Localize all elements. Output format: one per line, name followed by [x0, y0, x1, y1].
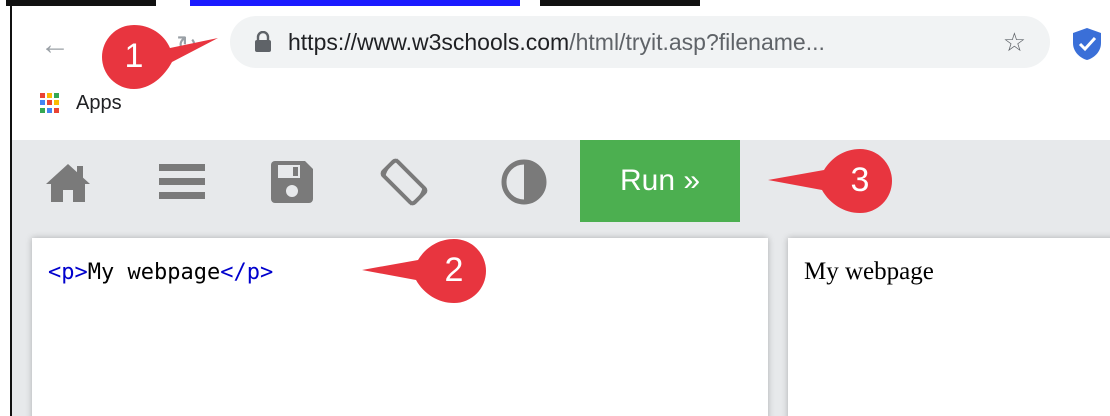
tryit-toolbar: Run »	[12, 140, 1110, 227]
home-icon[interactable]	[40, 156, 96, 208]
result-panel: My webpage	[788, 238, 1110, 416]
lock-icon	[255, 31, 271, 52]
code-open-tag: <p>	[48, 260, 88, 285]
save-icon[interactable]	[264, 156, 320, 208]
callout-3: 3	[768, 146, 892, 214]
rotate-icon[interactable]	[376, 156, 432, 208]
url-path: /html/tryit.asp?filename...	[569, 29, 825, 55]
run-button[interactable]: Run »	[580, 140, 740, 222]
code-text: My webpage	[87, 260, 221, 285]
shield-extension-icon[interactable]	[1070, 26, 1104, 62]
callout-1: 1	[100, 22, 218, 90]
apps-grid-icon[interactable]	[40, 93, 60, 113]
callout-number: 2	[444, 251, 464, 289]
address-bar[interactable]: https://www.w3schools.com/html/tryit.asp…	[230, 16, 1050, 68]
menu-icon[interactable]	[154, 156, 210, 208]
back-arrow-icon[interactable]: ←	[38, 28, 72, 62]
result-text: My webpage	[804, 258, 934, 285]
callout-2: 2	[362, 236, 486, 304]
code-line[interactable]: <p>My webpage</p>	[48, 260, 273, 285]
contrast-icon[interactable]	[496, 156, 552, 208]
apps-bookmark-label[interactable]: Apps	[76, 92, 122, 115]
tryit-panels: <p>My webpage</p> My webpage	[12, 226, 1110, 416]
url-text: https://www.w3schools.com/html/tryit.asp…	[288, 28, 825, 56]
url-host: https://www.w3schools.com	[288, 29, 570, 55]
star-icon[interactable]: ☆	[1003, 28, 1026, 56]
callout-number: 3	[850, 161, 870, 199]
code-close-tag: </p>	[220, 260, 274, 285]
callout-number: 1	[124, 37, 144, 75]
